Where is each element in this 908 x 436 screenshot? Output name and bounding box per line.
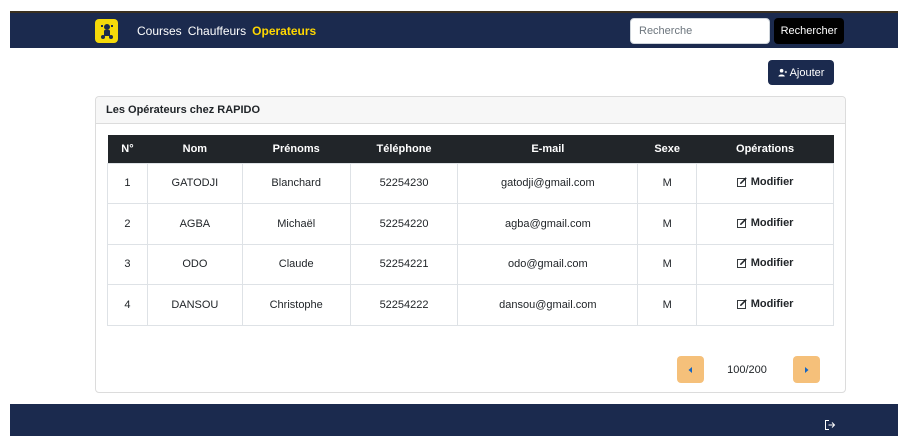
- modify-button[interactable]: Modifier: [736, 257, 794, 270]
- add-user-icon: [778, 68, 787, 77]
- col-header-telephone: Téléphone: [376, 142, 432, 155]
- cell-nom: AGBA: [146, 203, 243, 245]
- nav-links: Courses Chauffeurs Operateurs: [137, 13, 316, 48]
- table-row: 3 ODO Claude 52254221 odo@gmail.com M Mo…: [107, 243, 834, 285]
- modify-button[interactable]: Modifier: [736, 297, 794, 310]
- next-page-button[interactable]: [793, 356, 820, 383]
- table-row: 2 AGBA Michaël 52254220 agba@gmail.com M…: [107, 203, 834, 245]
- table-row: 1 GATODJI Blanchard 52254230 gatodji@gma…: [107, 162, 834, 204]
- top-navbar: Courses Chauffeurs Operateurs Recherche r: [10, 11, 898, 48]
- modify-label: Modifier: [750, 216, 794, 229]
- edit-icon: [736, 218, 747, 228]
- nav-link-chauffeurs[interactable]: Chauffeurs: [188, 24, 246, 38]
- cell-email: dansou@gmail.com: [457, 284, 639, 326]
- modify-button[interactable]: Modifier: [736, 176, 794, 189]
- cell-sexe: M: [637, 162, 698, 204]
- modify-label: Modifier: [750, 176, 794, 189]
- page-indicator: 100/200: [727, 364, 767, 376]
- modify-label: Modifier: [750, 257, 794, 270]
- cell-operations: Modifier: [696, 162, 834, 204]
- col-header-sexe: Sexe: [654, 142, 681, 155]
- edit-icon: [736, 177, 747, 188]
- cell-email: gatodji@gmail.com: [457, 162, 639, 204]
- cell-email: agba@gmail.com: [457, 203, 639, 245]
- edit-icon: [736, 299, 747, 309]
- nav-link-operateurs[interactable]: Operateurs: [252, 24, 316, 38]
- cell-nom: GATODJI: [146, 162, 243, 204]
- previous-page-button[interactable]: [677, 356, 704, 383]
- nav-link-courses[interactable]: Courses: [137, 24, 182, 38]
- cell-sexe: M: [637, 203, 698, 245]
- page: Courses Chauffeurs Operateurs Recherche r…: [0, 0, 908, 436]
- col-header-prenoms: Prénoms: [272, 142, 320, 155]
- cell-nom: ODO: [146, 243, 243, 285]
- col-header-email: E-mail: [531, 142, 565, 155]
- scooter-logo-icon[interactable]: [95, 19, 118, 43]
- cell-email: odo@gmail.com: [457, 243, 639, 285]
- table-row: 4 DANSOU Christophe 52254222 dansou@gmai…: [107, 284, 834, 326]
- cell-prenoms: Blanchard: [241, 162, 351, 204]
- search-button[interactable]: Rechercher: [774, 18, 844, 44]
- modify-label: Modifier: [750, 297, 794, 310]
- footer-bar: [10, 404, 898, 436]
- col-header-nom: Nom: [182, 142, 208, 155]
- caret-left-icon: [688, 366, 692, 373]
- table-header-row: N° Nom Prénoms Téléphone E-mail Sexe Opé…: [107, 135, 834, 163]
- modify-button[interactable]: Modifier: [736, 216, 794, 229]
- cell-operations: Modifier: [696, 284, 834, 326]
- cell-num: 2: [107, 203, 148, 245]
- operators-table: N° Nom Prénoms Téléphone E-mail Sexe Opé…: [107, 135, 834, 326]
- cell-operations: Modifier: [696, 243, 834, 285]
- search-input[interactable]: [630, 18, 770, 44]
- cell-num: 4: [107, 284, 148, 326]
- add-button-label: Ajouter: [789, 66, 825, 79]
- cell-telephone: 52254222: [349, 284, 459, 326]
- add-operator-button[interactable]: Ajouter: [768, 60, 834, 85]
- cell-prenoms: Christophe: [241, 284, 351, 326]
- cell-operations: Modifier: [696, 203, 834, 245]
- cell-nom: DANSOU: [146, 284, 243, 326]
- cell-num: 1: [107, 162, 148, 204]
- edit-icon: [736, 258, 747, 269]
- cell-sexe: M: [637, 284, 698, 326]
- cell-prenoms: Claude: [241, 243, 351, 285]
- col-header-operations: Opérations: [736, 142, 795, 155]
- cell-telephone: 52254230: [349, 162, 459, 204]
- cell-sexe: M: [637, 243, 698, 285]
- card-title: Les Opérateurs chez RAPIDO: [96, 97, 845, 124]
- operators-card: Les Opérateurs chez RAPIDO N° Nom Prénom…: [95, 96, 846, 393]
- cell-prenoms: Michaël: [241, 203, 351, 245]
- cell-telephone: 52254221: [349, 243, 459, 285]
- logout-icon[interactable]: [824, 418, 836, 430]
- caret-right-icon: [805, 366, 809, 373]
- cell-num: 3: [107, 243, 148, 285]
- col-header-num: N°: [121, 142, 134, 155]
- cell-telephone: 52254220: [349, 203, 459, 245]
